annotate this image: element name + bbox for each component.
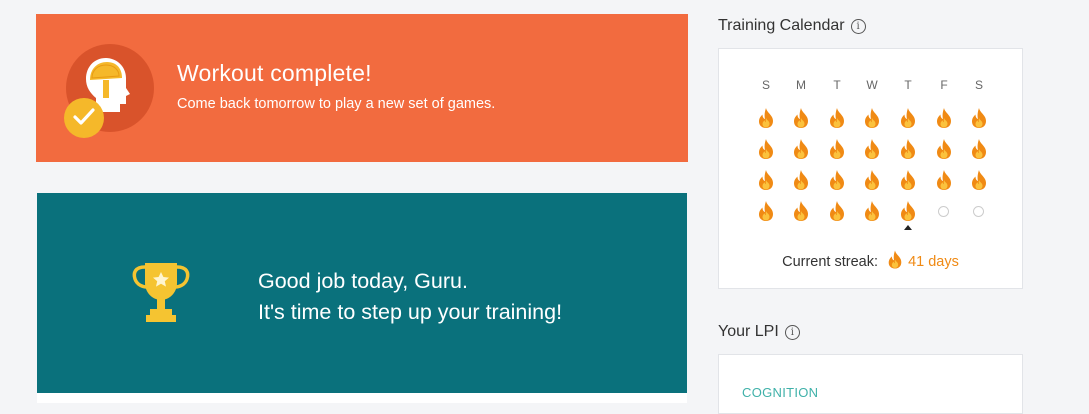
calendar-day-flame-icon (862, 107, 882, 129)
next-card-top (37, 393, 687, 403)
calendar-day-empty (973, 206, 984, 217)
workout-complete-banner: Workout complete! Come back tomorrow to … (36, 14, 688, 162)
training-calendar-heading: Training Calendar i (718, 17, 866, 35)
banner-title: Workout complete! (177, 60, 372, 86)
calendar-day-flame-icon (756, 138, 776, 160)
calendar-day-flame-icon (791, 169, 811, 191)
lpi-title: Your LPI (718, 323, 779, 340)
lpi-heading: Your LPI i (718, 323, 800, 341)
weekday-header: F (940, 78, 948, 92)
congrats-line-1: Good job today, Guru. (258, 269, 468, 293)
weekday-header: S (974, 78, 983, 92)
calendar-day-empty (938, 206, 949, 217)
calendar-day-flame-icon (756, 200, 776, 222)
calendar-day-flame-icon (791, 138, 811, 160)
current-streak: Current streak: 41 days (719, 249, 1022, 274)
calendar-day-flame-icon (862, 200, 882, 222)
calendar-day-flame-icon (862, 169, 882, 191)
lpi-card: COGNITION (718, 354, 1023, 414)
calendar-day-flame-icon (827, 138, 847, 160)
calendar-day-flame-icon (969, 169, 989, 191)
calendar-day-flame-icon (862, 138, 882, 160)
calendar-day-flame-icon (827, 169, 847, 191)
calendar-day-flame-icon (756, 169, 776, 191)
today-marker (904, 225, 912, 230)
training-calendar-card: Current streak: 41 days S M T W T F S (718, 48, 1023, 289)
calendar-day-flame-icon (969, 138, 989, 160)
calendar-day-flame-icon (934, 169, 954, 191)
calendar-day-flame-icon (827, 107, 847, 129)
weekday-header: M (796, 78, 806, 92)
info-icon[interactable]: i (850, 19, 866, 34)
calendar-day-flame-icon (756, 107, 776, 129)
calendar-day-flame-icon (934, 107, 954, 129)
calendar-day-flame-icon (969, 107, 989, 129)
calendar-day-flame-icon (898, 169, 918, 191)
calendar-day-flame-icon (898, 200, 918, 222)
calendar-day-flame-icon (898, 138, 918, 160)
calendar-day-flame-icon (791, 200, 811, 222)
calendar-day-flame-icon (898, 107, 918, 129)
weekday-header: S (761, 78, 770, 92)
streak-label: Current streak: (782, 254, 879, 270)
info-icon[interactable]: i (784, 325, 800, 340)
banner-subtitle: Come back tomorrow to play a new set of … (177, 96, 496, 112)
lpi-section-cognition: COGNITION (742, 385, 819, 400)
calendar-day-flame-icon (827, 200, 847, 222)
trophy-icon (131, 257, 191, 330)
checkmark-icon (64, 98, 104, 138)
congrats-line-2: It's time to step up your training! (258, 300, 563, 324)
calendar-day-flame-icon (791, 107, 811, 129)
calendar-day-flame-icon (934, 138, 954, 160)
streak-value: 41 days (908, 254, 959, 270)
streak-flame-icon (886, 249, 904, 274)
weekday-header: T (904, 78, 912, 92)
weekday-header: T (833, 78, 841, 92)
congrats-card: Good job today, Guru. It's time to step … (37, 193, 687, 393)
weekday-header: W (866, 78, 878, 92)
training-calendar-title: Training Calendar (718, 17, 845, 34)
